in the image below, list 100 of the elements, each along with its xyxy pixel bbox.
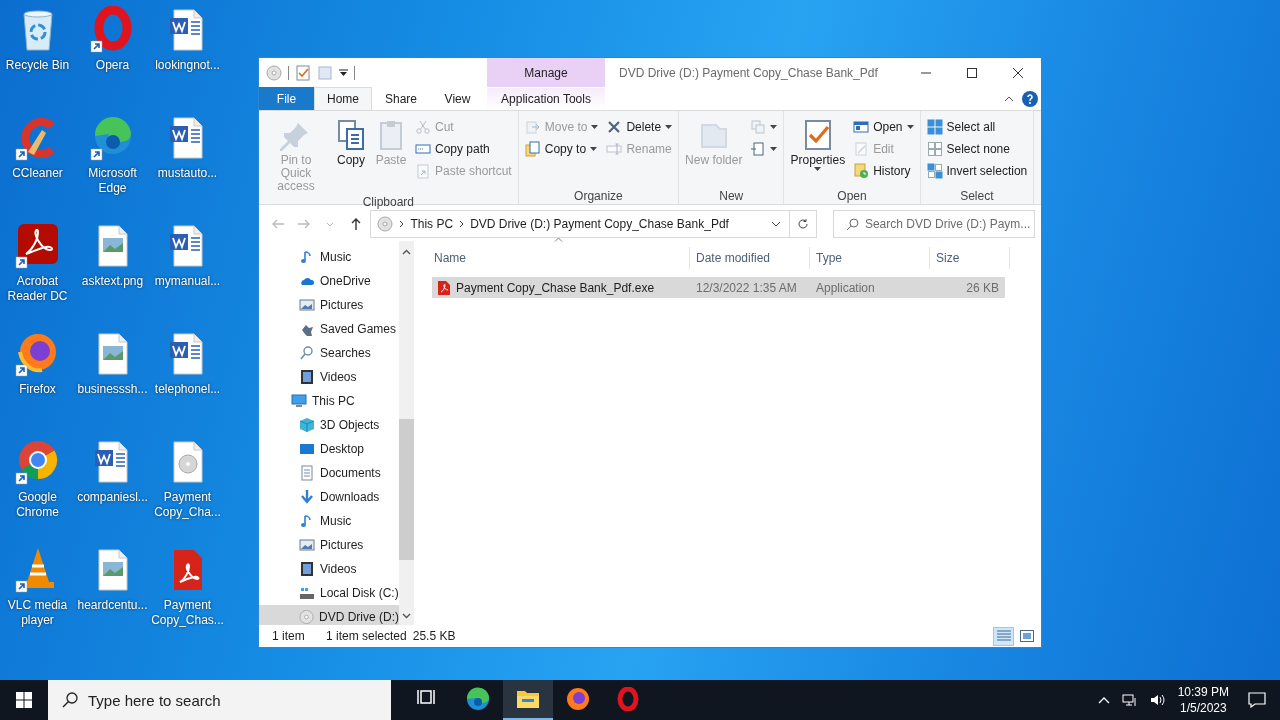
- notifications-icon[interactable]: [1248, 692, 1266, 708]
- ribbon-button[interactable]: Open: [851, 116, 916, 138]
- group-label: Clipboard: [361, 194, 416, 210]
- clock[interactable]: 10:39 PM 1/5/2023: [1174, 684, 1232, 716]
- scroll-up-icon[interactable]: [402, 249, 411, 255]
- column-header[interactable]: Name: [428, 247, 690, 269]
- close-icon[interactable]: [1013, 67, 1023, 78]
- desktop-shortcut[interactable]: Google Chrome: [0, 438, 75, 520]
- desktop-shortcut[interactable]: companiesl...: [75, 438, 150, 505]
- search-icon: [62, 692, 78, 708]
- scrollbar-thumb[interactable]: [399, 419, 414, 560]
- nav-item[interactable]: DVD Drive (D:): [259, 605, 399, 625]
- ribbon-button[interactable]: Copy to: [522, 138, 601, 160]
- context-tab-header: Manage: [487, 58, 605, 87]
- ribbon-button[interactable]: Copy: [333, 114, 369, 193]
- address-bar[interactable]: This PC DVD Drive (D:) Payment Copy_Chase Bank_Pdf: [370, 210, 791, 238]
- taskbar-search-field[interactable]: Type here to search: [48, 680, 391, 720]
- film-icon: [299, 561, 315, 577]
- collapse-ribbon-icon[interactable]: [1004, 95, 1014, 102]
- nav-item[interactable]: Local Disk (C:): [259, 581, 399, 605]
- picture-icon: [299, 537, 315, 553]
- desktop-icon: [299, 441, 315, 457]
- desktop-shortcut[interactable]: lookingnot...: [150, 6, 225, 73]
- refresh-icon: [797, 218, 810, 230]
- chevron-icon: [459, 220, 465, 228]
- group-label: Organize: [573, 188, 624, 204]
- file-menu-tab[interactable]: File: [259, 87, 314, 110]
- new-item-icon: [750, 119, 767, 135]
- nav-item[interactable]: Saved Games: [259, 317, 399, 341]
- nav-item[interactable]: Documents: [259, 461, 399, 485]
- status-text: 1 item: [272, 628, 306, 645]
- nav-item[interactable]: 3D Objects: [259, 413, 399, 437]
- desktop-shortcut[interactable]: VLC media player: [0, 546, 75, 628]
- scrollbar[interactable]: [399, 241, 414, 625]
- monitor-icon: [291, 393, 307, 409]
- ribbon-tab[interactable]: Share: [372, 87, 430, 110]
- nav-item[interactable]: Videos: [259, 365, 399, 389]
- desktop-shortcut[interactable]: Opera: [75, 6, 150, 73]
- nav-item[interactable]: Downloads: [259, 485, 399, 509]
- properties-icon[interactable]: [295, 64, 311, 81]
- search-field[interactable]: Search DVD Drive (D:) Paym...: [833, 210, 1035, 238]
- column-header[interactable]: Size: [930, 247, 1010, 269]
- caret-icon: [770, 147, 778, 151]
- ribbon-button[interactable]: Properties: [788, 114, 848, 187]
- desktop-shortcut[interactable]: asktext.png: [75, 222, 150, 289]
- ribbon-button[interactable]: Invert selection: [924, 160, 1030, 182]
- ribbon-button[interactable]: History: [851, 160, 916, 182]
- ribbon-button[interactable]: Copy path: [413, 138, 514, 160]
- copy-to-icon: [524, 141, 541, 157]
- nav-item[interactable]: Searches: [259, 341, 399, 365]
- fox-logo-icon: [566, 687, 590, 711]
- file-row[interactable]: Payment Copy_Chase Bank_Pdf.exe 12/3/2022 1:35 AM Application 26 KB: [432, 277, 1005, 298]
- scroll-down-icon[interactable]: [402, 613, 411, 619]
- nav-item[interactable]: Music: [259, 245, 399, 269]
- dropdown-icon[interactable]: [771, 221, 782, 227]
- nav-item[interactable]: Pictures: [259, 293, 399, 317]
- picture-icon: [299, 297, 315, 313]
- ribbon-tab[interactable]: View: [430, 87, 485, 110]
- desktop-shortcut[interactable]: Microsoft Edge: [75, 114, 150, 196]
- ribbon-button[interactable]: Select all: [924, 116, 1030, 138]
- desktop-shortcut[interactable]: telephonel...: [150, 330, 225, 397]
- search-icon: [846, 217, 859, 231]
- status-text: 1 item selected: [326, 628, 407, 645]
- nav-item[interactable]: Videos: [259, 557, 399, 581]
- desktop-shortcut[interactable]: mustauto...: [150, 114, 225, 181]
- refresh-button[interactable]: [790, 210, 817, 238]
- ribbon-tab[interactable]: Home: [314, 87, 372, 110]
- desktop-shortcut[interactable]: CCleaner: [0, 114, 75, 181]
- desktop-shortcut[interactable]: Firefox: [0, 330, 75, 397]
- dropdown-icon[interactable]: [339, 68, 348, 77]
- nav-item[interactable]: This PC: [259, 389, 399, 413]
- nav-item[interactable]: OneDrive: [259, 269, 399, 293]
- nav-item[interactable]: Desktop: [259, 437, 399, 461]
- history-icon: [853, 163, 870, 179]
- column-header[interactable]: Date modified: [690, 247, 810, 269]
- maximize-icon[interactable]: [967, 67, 977, 78]
- ribbon-button[interactable]: Select none: [924, 138, 1030, 160]
- window-title: DVD Drive (D:) Payment Copy_Chase Bank_Pdf: [618, 64, 879, 82]
- group-label: New: [718, 188, 745, 204]
- desktop-shortcut[interactable]: businesssh...: [75, 330, 150, 397]
- desktop-shortcut[interactable]: Payment Copy_Cha...: [150, 438, 225, 520]
- path-icon: [415, 141, 431, 157]
- breadcrumb[interactable]: This PC: [410, 215, 454, 233]
- desktop-shortcut[interactable]: Acrobat Reader DC: [0, 222, 75, 304]
- desktop-shortcut[interactable]: Recycle Bin: [0, 6, 75, 73]
- show-hidden-icons-icon[interactable]: [1097, 696, 1110, 704]
- easy-access-icon: [750, 141, 767, 157]
- nav-item[interactable]: Music: [259, 509, 399, 533]
- help-icon[interactable]: [1022, 90, 1038, 107]
- nav-item[interactable]: Pictures: [259, 533, 399, 557]
- taskbar-app[interactable]: [503, 680, 553, 720]
- copy-icon: [335, 119, 367, 151]
- column-header[interactable]: Type: [810, 247, 930, 269]
- breadcrumb[interactable]: DVD Drive (D:) Payment Copy_Chase Bank_Pdf: [470, 215, 729, 233]
- shortcut-icon: [415, 163, 431, 179]
- desktop-shortcut[interactable]: Payment Copy_Chas...: [150, 546, 225, 628]
- cube-icon: [299, 417, 315, 433]
- ribbon-button[interactable]: Delete: [604, 116, 675, 138]
- desktop-shortcut[interactable]: mymanual...: [150, 222, 225, 289]
- desktop-shortcut[interactable]: heardcentu...: [75, 546, 150, 613]
